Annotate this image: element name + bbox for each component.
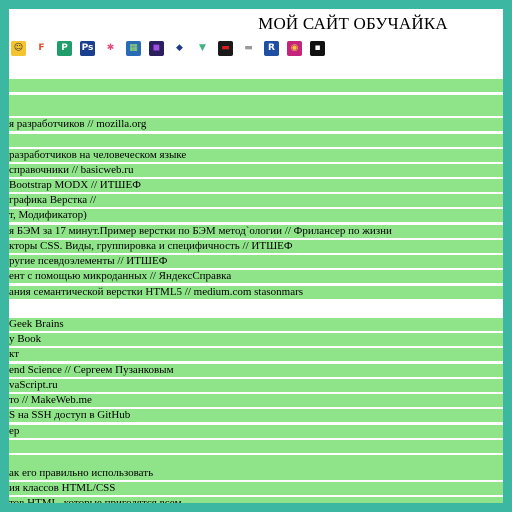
list-item-link[interactable]: vaScript.ru bbox=[9, 379, 58, 392]
black-logo-icon[interactable]: ▪ bbox=[310, 40, 325, 56]
page-frame: МОЙ САЙТ ОБУЧАЙКА ☺ F P Ps ✱ ▦ ◼ ◆ ▼ ▬ ▬ R ◉ ▪ я разр… bbox=[9, 9, 503, 503]
list-item[interactable]: т, Модификатор) bbox=[9, 209, 503, 222]
owl-icon[interactable]: ◆ bbox=[172, 40, 187, 56]
grid-logo-icon[interactable]: ▦ bbox=[126, 40, 141, 56]
list-item-link[interactable]: кторы CSS. Виды, группировка и специфичн… bbox=[9, 240, 293, 253]
list-item[interactable]: ия классов HTML/CSS bbox=[9, 482, 503, 495]
list-item[interactable]: end Science // Сергеем Пузанковым bbox=[9, 364, 503, 377]
photoshop-icon[interactable]: Ps bbox=[80, 40, 95, 56]
list-item-link[interactable]: ак его правильно использовать bbox=[9, 467, 153, 480]
list-item[interactable]: vaScript.ru bbox=[9, 379, 503, 392]
r-logo-icon[interactable]: R bbox=[264, 40, 279, 56]
list-item-link[interactable]: т, Модификатор) bbox=[9, 209, 87, 222]
list-item-link[interactable]: ент с помощью микроданных // ЯндексСправ… bbox=[9, 270, 231, 283]
p-circle-icon[interactable]: P bbox=[57, 40, 72, 56]
list-item-link[interactable]: ер bbox=[9, 425, 19, 438]
gray-bar-icon[interactable]: ▬ bbox=[241, 40, 256, 56]
red-black-icon[interactable]: ▬ bbox=[218, 40, 233, 56]
vue-icon[interactable]: ▼ bbox=[195, 40, 210, 56]
list-item-link[interactable]: я разработчиков // mozilla.org bbox=[9, 118, 146, 131]
list-item bbox=[9, 134, 503, 147]
list-item[interactable]: я БЭМ за 17 минут.Пример верстки по БЭМ … bbox=[9, 225, 503, 238]
list-item-link[interactable]: я БЭМ за 17 минут.Пример верстки по БЭМ … bbox=[9, 225, 392, 238]
list-item[interactable]: ент с помощью микроданных // ЯндексСправ… bbox=[9, 270, 503, 283]
list-item-link[interactable]: ания семантической верстки HTML5 // medi… bbox=[9, 286, 303, 299]
list-item[interactable]: разработчиков на человеческом языке bbox=[9, 149, 503, 162]
list-item bbox=[9, 79, 503, 92]
rainbow-icon[interactable]: ◉ bbox=[287, 40, 302, 56]
list-item-link[interactable]: тов HTML, которые пригодятся всем bbox=[9, 497, 182, 503]
list-item-link[interactable]: S на SSH доступ в GitHub bbox=[9, 409, 130, 422]
colorful-x-icon[interactable]: ✱ bbox=[103, 40, 118, 56]
list-item[interactable]: графика Верстка // bbox=[9, 194, 503, 207]
list-item[interactable]: Geek Brains bbox=[9, 318, 503, 331]
list-item[interactable]: y Book bbox=[9, 333, 503, 346]
list-item-link[interactable]: ия классов HTML/CSS bbox=[9, 482, 115, 495]
list-item[interactable]: Bootstrap MODX // ИТШЕФ bbox=[9, 179, 503, 192]
list-item[interactable]: кт bbox=[9, 348, 503, 361]
list-item[interactable]: то // MakeWeb.me bbox=[9, 394, 503, 407]
page-title: МОЙ САЙТ ОБУЧАЙКА bbox=[258, 14, 448, 33]
list-item[interactable]: ак его правильно использовать bbox=[9, 467, 503, 480]
list-item[interactable]: ания семантической верстки HTML5 // medi… bbox=[9, 286, 503, 299]
list-item-link[interactable]: end Science // Сергеем Пузанковым bbox=[9, 364, 174, 377]
list-item-link[interactable]: то // MakeWeb.me bbox=[9, 394, 92, 407]
list-item-link[interactable]: графика Верстка // bbox=[9, 194, 96, 207]
icon-toolbar: ☺ F P Ps ✱ ▦ ◼ ◆ ▼ ▬ ▬ R ◉ ▪ bbox=[11, 37, 325, 59]
list-item[interactable]: ер bbox=[9, 425, 503, 438]
list-item-link[interactable]: разработчиков на человеческом языке bbox=[9, 149, 186, 162]
figma-icon[interactable]: F bbox=[34, 40, 49, 56]
list-item-link[interactable]: Bootstrap MODX // ИТШЕФ bbox=[9, 179, 141, 192]
list-item[interactable]: кторы CSS. Виды, группировка и специфичн… bbox=[9, 240, 503, 253]
smiley-logo-icon[interactable]: ☺ bbox=[11, 40, 26, 56]
list-item[interactable]: тов HTML, которые пригодятся всем bbox=[9, 497, 503, 503]
list-item[interactable]: ругие псевдоэлементы // ИТШЕФ bbox=[9, 255, 503, 268]
list-item[interactable]: я разработчиков // mozilla.org bbox=[9, 118, 503, 131]
list-item bbox=[9, 440, 503, 453]
list-item-link[interactable]: ругие псевдоэлементы // ИТШЕФ bbox=[9, 255, 167, 268]
list-item[interactable]: S на SSH доступ в GitHub bbox=[9, 409, 503, 422]
list-item-link[interactable]: y Book bbox=[9, 333, 41, 346]
list-item-link[interactable]: Geek Brains bbox=[9, 318, 64, 331]
list-item bbox=[9, 103, 503, 116]
list-item-link[interactable]: кт bbox=[9, 348, 19, 361]
dark-square-icon[interactable]: ◼ bbox=[149, 40, 164, 56]
list-item-link[interactable]: справочники // basicweb.ru bbox=[9, 164, 133, 177]
list-item[interactable]: справочники // basicweb.ru bbox=[9, 164, 503, 177]
